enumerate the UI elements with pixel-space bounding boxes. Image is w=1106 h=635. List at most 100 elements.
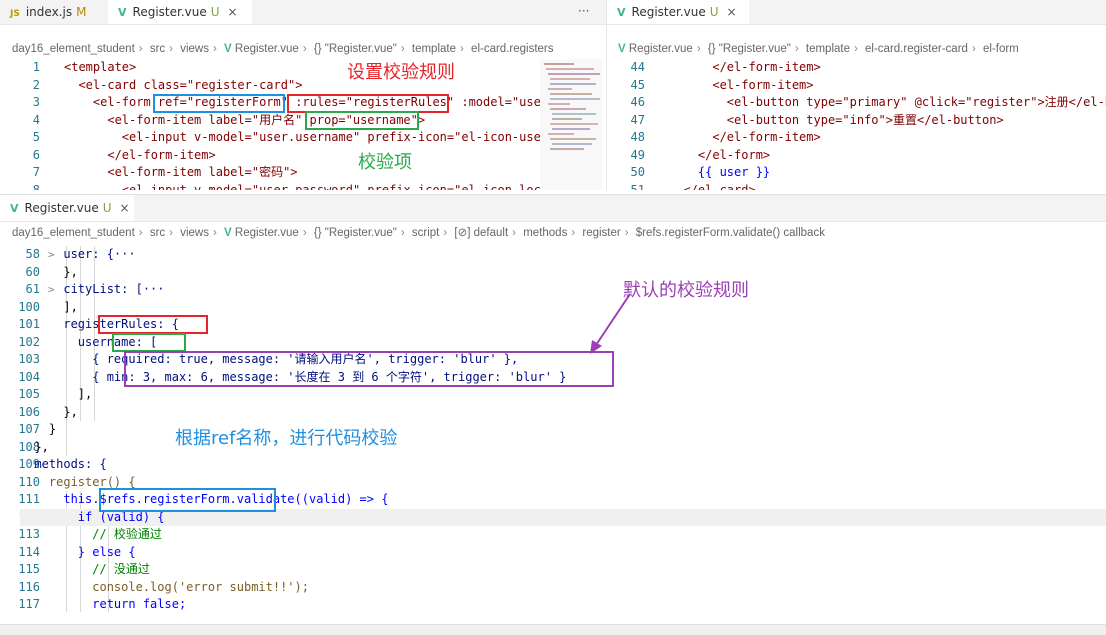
bottom-tab-bar: V Register.vue U × xyxy=(0,194,1106,222)
breadcrumb-item[interactable]: el-card.registers xyxy=(471,43,553,55)
tab-register-vue[interactable]: V Register.vue U × xyxy=(0,195,134,221)
close-icon[interactable]: × xyxy=(120,201,130,215)
untracked-badge: U xyxy=(102,201,112,215)
line-number: 3 xyxy=(32,95,40,109)
breadcrumb-item[interactable]: {} "Register.vue" xyxy=(314,227,397,239)
code-line: <el-form-item label="密码"> xyxy=(64,165,298,179)
tab-label: index.js xyxy=(25,5,73,19)
username-highlight-box xyxy=(112,333,186,352)
close-icon[interactable]: × xyxy=(727,5,737,19)
tab-register-vue[interactable]: V Register.vue U × xyxy=(607,0,749,24)
code-line: user: {··· xyxy=(20,247,136,261)
breadcrumb-item[interactable]: {} "Register.vue" xyxy=(708,43,791,55)
line-number: 50 xyxy=(630,165,645,179)
top-right-tab-bar: V Register.vue U × xyxy=(607,0,1106,25)
line-number: 8 xyxy=(32,182,40,191)
code-line: <el-input v-model="user.username" prefix… xyxy=(64,130,540,144)
breadcrumb-item[interactable]: template xyxy=(412,43,456,55)
annotation-by-ref: 根据ref名称，进行代码校验 xyxy=(175,428,398,449)
breadcrumb: day16_element_student › src › views › V Reg… xyxy=(12,43,554,55)
annotation-validate-item: 校验项 xyxy=(358,152,412,173)
breadcrumb-item[interactable]: views xyxy=(180,227,209,239)
annotation-set-rules: 设置校验规则 xyxy=(347,62,455,83)
close-icon[interactable]: × xyxy=(228,5,238,19)
tab-register-vue[interactable]: V Register.vue U × xyxy=(108,0,252,24)
code-line: <el-card class="register-card"> xyxy=(64,77,303,92)
vue-file-icon: V xyxy=(618,43,626,55)
rules-array-highlight-box xyxy=(124,351,614,387)
vue-file-icon: V xyxy=(224,227,232,239)
breadcrumb-item[interactable]: register xyxy=(582,227,620,239)
breadcrumb-item[interactable]: el-card.register-card xyxy=(865,43,968,55)
code-line: }, xyxy=(20,264,78,279)
register-rules-highlight-box xyxy=(98,315,208,334)
code-line: <el-input v-model="user.password" prefix… xyxy=(64,182,540,191)
breadcrumb: V Register.vue › {} "Register.vue" › templ… xyxy=(618,43,1019,55)
breadcrumb-item[interactable]: $refs.registerForm.validate() callback xyxy=(636,227,825,239)
more-actions-button[interactable]: ··· xyxy=(578,0,589,22)
code-line: </el-form-item> xyxy=(64,147,216,162)
code-line: } xyxy=(20,422,57,436)
code-line: </el-card> xyxy=(669,182,756,191)
line-number: 4 xyxy=(32,112,40,127)
breadcrumb-item[interactable]: src xyxy=(150,43,165,55)
line-number: 6 xyxy=(32,147,40,162)
code-line: <el-form-item> xyxy=(669,77,814,92)
tab-label: Register.vue xyxy=(132,5,207,19)
code-line: }, xyxy=(20,404,78,419)
top-right-editor[interactable]: 44 45 46 47 48 49 50 51 </el-form-item> … xyxy=(607,59,1106,190)
breadcrumb-item[interactable]: script xyxy=(412,227,439,239)
code-line: <el-button type="info">重置</el-button> xyxy=(669,112,1004,127)
line-number: 2 xyxy=(32,77,40,92)
code-line: }, xyxy=(20,439,49,454)
prop-highlight-box xyxy=(305,111,419,130)
vue-file-icon: V xyxy=(10,202,19,215)
annotation-default-rules: 默认的校验规则 xyxy=(623,280,749,301)
bottom-editor[interactable]: 58 60 61 100 101 102 103 104 105 106 107… xyxy=(0,246,1106,612)
breadcrumb-item[interactable]: day16_element_student xyxy=(12,227,135,239)
code-line: console.log('error submit!!'); xyxy=(20,579,309,594)
breadcrumb-item[interactable]: src xyxy=(150,227,165,239)
code-line: // 没通过 xyxy=(20,562,150,576)
breadcrumb-item[interactable]: [⊘] default xyxy=(454,227,508,239)
code-line: // 校验通过 xyxy=(20,527,162,541)
code-line: } else { xyxy=(20,544,136,559)
vue-file-icon: V xyxy=(617,6,626,19)
top-left-tab-bar: JS index.js M V Register.vue U × ··· xyxy=(0,0,606,25)
vue-file-icon: V xyxy=(224,43,232,55)
breadcrumb-item[interactable]: template xyxy=(806,43,850,55)
breadcrumb-item[interactable]: {} "Register.vue" xyxy=(314,43,397,55)
code-line: </el-form-item> xyxy=(669,130,821,144)
breadcrumb-item[interactable]: Register.vue xyxy=(629,43,693,55)
line-number: 49 xyxy=(630,147,645,162)
breadcrumb-item[interactable]: methods xyxy=(523,227,567,239)
minimap[interactable] xyxy=(540,59,602,190)
line-number: 1 xyxy=(32,60,40,74)
breadcrumb-item[interactable]: Register.vue xyxy=(235,43,299,55)
breadcrumb-item[interactable]: Register.vue xyxy=(235,227,299,239)
code-line: cityList: [··· xyxy=(20,282,165,296)
line-number: 45 xyxy=(630,77,645,92)
breadcrumb-item[interactable]: day16_element_student xyxy=(12,43,135,55)
breadcrumb-item[interactable]: views xyxy=(180,43,209,55)
code-line: return false; xyxy=(20,597,187,611)
breadcrumb-item[interactable]: el-form xyxy=(983,43,1019,55)
purple-arrow-icon xyxy=(590,293,631,354)
tab-index-js[interactable]: JS index.js M xyxy=(0,0,102,24)
line-number: 46 xyxy=(630,95,645,109)
js-file-icon: JS xyxy=(10,9,20,19)
line-number: 47 xyxy=(630,112,645,127)
code-line: <template> xyxy=(64,60,137,74)
top-left-editor[interactable]: 1 2 3 4 5 6 7 8 <template> <el-card clas… xyxy=(0,59,540,190)
line-number: 51 xyxy=(630,182,645,191)
line-number: 48 xyxy=(630,130,645,144)
code-line: ], xyxy=(20,299,78,314)
line-number: 44 xyxy=(630,60,645,74)
tab-label: Register.vue xyxy=(24,201,99,215)
horizontal-scrollbar[interactable] xyxy=(0,624,1106,635)
code-line: methods: { xyxy=(20,457,107,471)
breadcrumb: day16_element_student › src › views › V Reg… xyxy=(12,227,825,239)
untracked-badge: U xyxy=(709,5,719,19)
untracked-badge: U xyxy=(210,5,220,19)
vue-file-icon: V xyxy=(118,6,127,19)
